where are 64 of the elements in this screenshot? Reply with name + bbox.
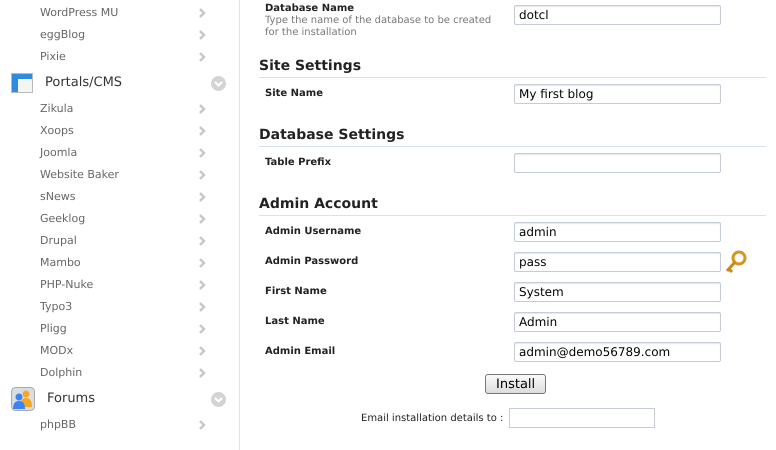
field-label: Database Name — [265, 2, 356, 15]
chevron-right-icon — [199, 258, 206, 268]
sidebar-item[interactable]: MODx — [40, 342, 74, 360]
sidebar-heading[interactable]: Forums — [47, 389, 95, 409]
field-label: Email installation details to : — [361, 412, 504, 426]
chevron-right-icon — [199, 420, 206, 430]
section-heading: Admin Account — [259, 196, 378, 212]
users-icon — [11, 387, 35, 411]
sidebar-item[interactable]: Dolphin — [40, 364, 82, 382]
chevron-right-icon — [199, 214, 206, 224]
chevron-right-icon — [199, 280, 206, 290]
sidebar-item[interactable]: PHP-Nuke — [40, 276, 94, 294]
field-hint: Type the name of the database to be created for the installation — [265, 15, 492, 39]
field-label: Admin Password — [264, 255, 360, 269]
chevron-right-icon — [199, 148, 206, 158]
field-label: Admin Email — [264, 345, 336, 359]
text-field[interactable]: Admin — [514, 312, 721, 332]
sidebar-item[interactable]: Geeklog — [40, 210, 86, 228]
text-field[interactable]: My first blog — [514, 84, 721, 104]
chevron-right-icon — [199, 126, 206, 136]
sidebar-item[interactable]: Xoops — [40, 122, 74, 140]
chevron-right-icon — [199, 52, 206, 62]
sidebar-item[interactable]: sNews — [40, 188, 76, 206]
field-label: Last Name — [264, 315, 326, 329]
sidebar-item[interactable]: Pixie — [40, 48, 66, 66]
sidebar-item[interactable]: Pligg — [40, 320, 67, 338]
sidebar-item[interactable]: Drupal — [40, 232, 77, 250]
section-heading: Site Settings — [259, 58, 362, 74]
key-icon[interactable] — [725, 250, 747, 274]
sidebar-heading[interactable]: Portals/CMS — [45, 73, 122, 93]
chevron-right-icon — [199, 236, 206, 246]
chevron-right-icon — [199, 192, 206, 202]
install-button[interactable]: Install — [485, 374, 546, 394]
text-field[interactable] — [514, 152, 721, 172]
sidebar-item[interactable]: Zikula — [40, 100, 74, 118]
sidebar-item[interactable]: Typo3 — [40, 298, 72, 316]
chevron-right-icon — [199, 30, 206, 40]
section-heading: Database Settings — [259, 127, 404, 143]
chevron-down-circle-icon[interactable] — [211, 392, 226, 406]
chevron-right-icon — [199, 302, 206, 312]
field-label: Admin Username — [264, 225, 362, 239]
text-field[interactable]: pass — [514, 252, 721, 272]
text-field[interactable]: dotcl — [514, 5, 721, 25]
sidebar-item[interactable]: phpBB — [40, 416, 76, 434]
window-layout-icon — [11, 73, 33, 93]
sidebar-item[interactable]: WordPress MU — [40, 4, 118, 22]
chevron-right-icon — [199, 324, 206, 334]
sidebar-item[interactable]: eggBlog — [40, 26, 86, 44]
sidebar-item[interactable]: Joomla — [40, 144, 78, 162]
field-label: First Name — [264, 285, 328, 299]
text-field[interactable]: admin — [514, 222, 721, 242]
field-label: Site Name — [264, 87, 324, 101]
chevron-down-circle-icon[interactable] — [211, 76, 226, 90]
chevron-right-icon — [199, 8, 206, 18]
email-field[interactable] — [509, 408, 656, 428]
chevron-right-icon — [199, 346, 206, 356]
sidebar-item[interactable]: Website Baker — [40, 166, 119, 184]
field-label: Table Prefix — [264, 156, 332, 170]
chevron-right-icon — [199, 368, 206, 378]
text-field[interactable]: System — [514, 282, 721, 302]
sidebar-item[interactable]: Mambo — [40, 254, 81, 272]
chevron-right-icon — [199, 104, 206, 114]
text-field[interactable]: admin@demo56789.com — [514, 342, 721, 362]
chevron-right-icon — [199, 170, 206, 180]
